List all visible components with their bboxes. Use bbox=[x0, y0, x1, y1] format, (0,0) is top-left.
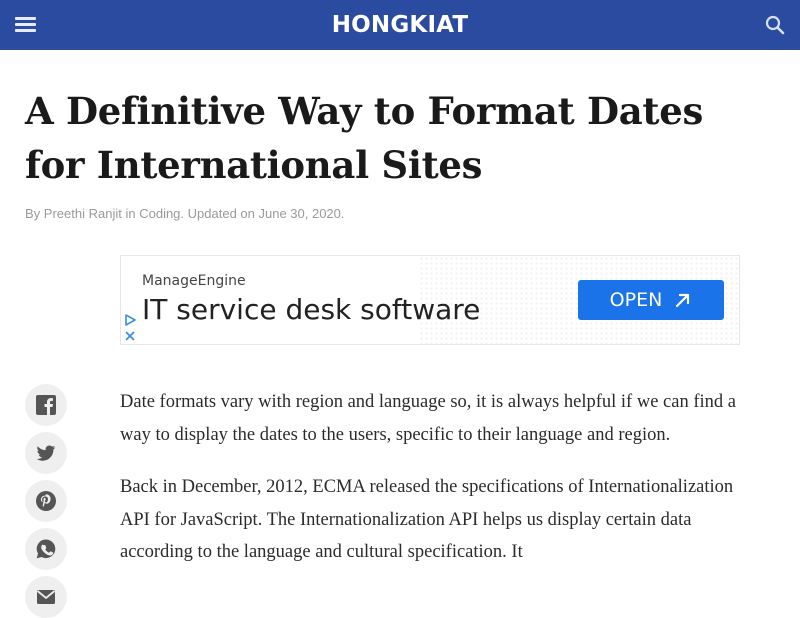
updated-date: Updated on June 30, 2020. bbox=[187, 206, 345, 221]
byline-prefix: By bbox=[25, 206, 41, 221]
ad-choices-icon[interactable] bbox=[124, 314, 136, 326]
article-byline: By Preethi Ranjit in Coding. Updated on … bbox=[25, 206, 345, 222]
share-pinterest-button[interactable] bbox=[25, 480, 67, 522]
author-link[interactable]: Preethi Ranjit bbox=[44, 206, 122, 221]
ad-headline[interactable]: IT service desk software bbox=[142, 292, 480, 328]
close-icon[interactable] bbox=[124, 330, 136, 342]
pinterest-icon bbox=[36, 491, 56, 511]
search-icon[interactable] bbox=[764, 14, 786, 36]
share-email-button[interactable] bbox=[25, 576, 67, 618]
share-twitter-button[interactable] bbox=[25, 432, 67, 474]
ad-open-button[interactable]: OPEN bbox=[578, 280, 724, 320]
article-title: A Definitive Way to Format Dates for Int… bbox=[25, 89, 703, 187]
email-icon bbox=[36, 590, 56, 604]
top-navigation-bar: HONGKIAT bbox=[0, 0, 800, 50]
category-link[interactable]: Coding. bbox=[139, 206, 184, 221]
facebook-icon bbox=[36, 395, 56, 415]
article-body: Date formats vary with region and langua… bbox=[120, 386, 745, 589]
arrow-up-right-icon bbox=[676, 293, 690, 308]
ad-brand: ManageEngine bbox=[142, 273, 246, 289]
site-logo[interactable]: HONGKIAT bbox=[0, 11, 800, 39]
advertisement-banner[interactable]: ManageEngine IT service desk software OP… bbox=[120, 255, 740, 345]
twitter-icon bbox=[36, 445, 56, 461]
article-paragraph: Date formats vary with region and langua… bbox=[120, 392, 736, 445]
share-whatsapp-button[interactable] bbox=[25, 528, 67, 570]
ad-open-label: OPEN bbox=[609, 289, 663, 311]
share-facebook-button[interactable] bbox=[25, 384, 67, 426]
byline-in: in bbox=[125, 206, 136, 221]
article-paragraph: Back in December, 2012, ECMA released th… bbox=[120, 477, 734, 562]
whatsapp-icon bbox=[36, 539, 56, 559]
